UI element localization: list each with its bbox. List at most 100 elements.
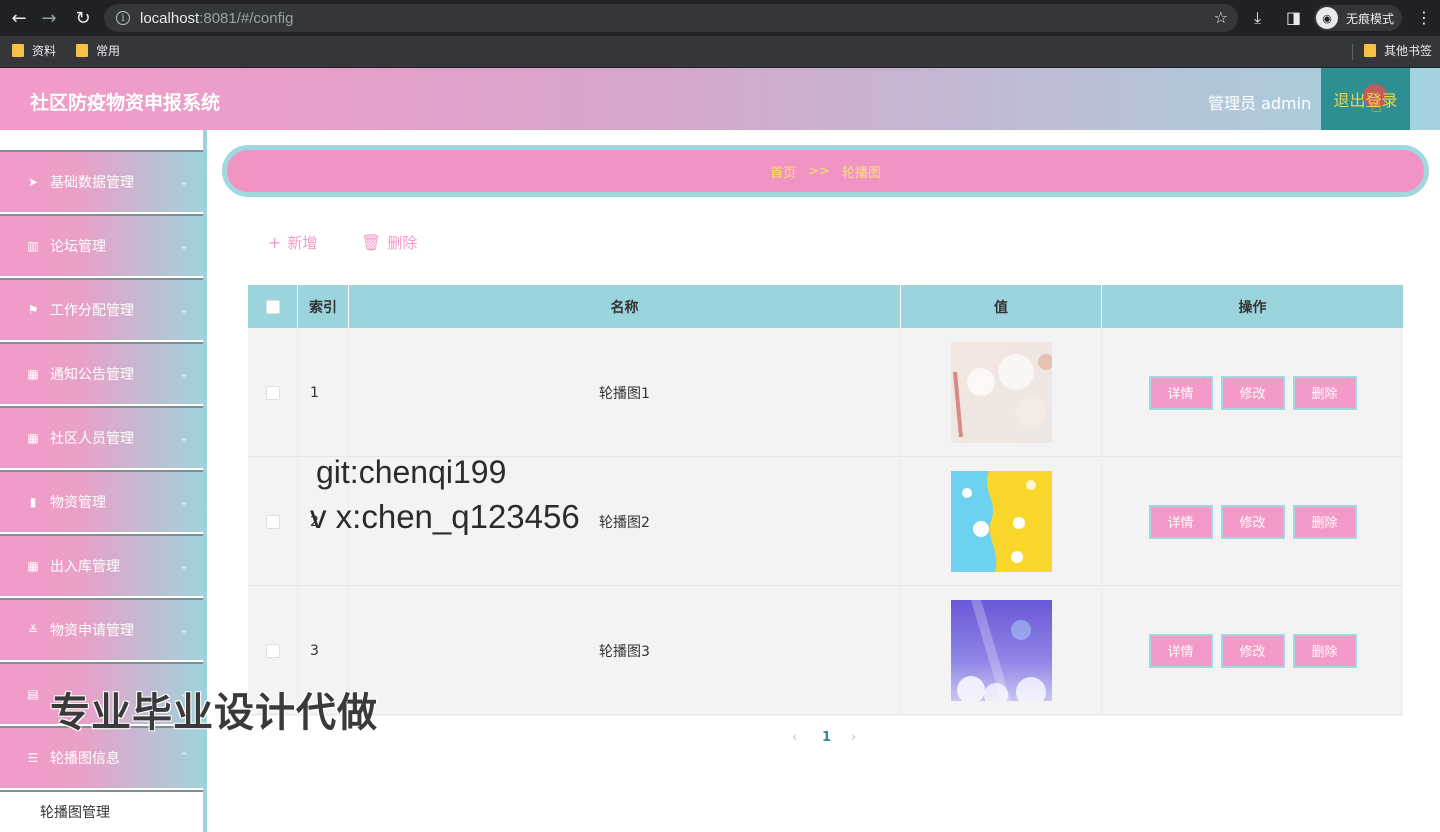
chevron-down-icon: ⌄: [178, 558, 189, 572]
url-text: localhost:8081/#/config: [140, 10, 293, 27]
row-actions: 详情 修改 删除: [1102, 457, 1403, 586]
trash-icon: 🗑︎: [361, 233, 382, 252]
chevron-down-icon: ⌄: [178, 302, 189, 316]
watermark-wechat: v x:chen_q123456: [310, 498, 580, 535]
breadcrumb: 首页 >> 轮播图: [222, 145, 1429, 197]
sidebar-item-label: 基础数据管理: [50, 175, 134, 191]
detail-button[interactable]: 详情: [1148, 633, 1213, 668]
bookmark-label: 资料: [32, 44, 57, 58]
bookmark-folder-0[interactable]: 资料: [12, 42, 56, 59]
edit-button[interactable]: 修改: [1220, 504, 1285, 539]
sidebar-subitem-carousel-manage[interactable]: 轮播图管理: [0, 790, 203, 832]
sidebar-item-label: 通知公告管理: [50, 367, 134, 383]
flag-icon: ⚑: [27, 303, 39, 317]
row-select-cell: [248, 328, 298, 457]
menu-icon[interactable]: ⋮: [1416, 8, 1432, 27]
grid-icon: ▦: [27, 431, 39, 445]
bookmarks-bar: 资料 常用 其他书签: [0, 36, 1440, 68]
reload-icon[interactable]: ↻: [72, 7, 94, 29]
delete-button[interactable]: 删除: [1292, 504, 1357, 539]
sidebar-item-inout[interactable]: ▦ 出入库管理 ⌄: [0, 534, 203, 596]
carousel-image-thumbnail: [950, 471, 1052, 572]
app-header: 社区防疫物资申报系统 管理员 admin 退出登录 ☝: [0, 68, 1440, 130]
url-path: :8081/#/config: [199, 9, 294, 27]
bookmark-star-icon[interactable]: ☆: [1214, 8, 1228, 27]
forward-icon[interactable]: →: [38, 7, 60, 29]
bookmark-folder-1[interactable]: 常用: [76, 42, 120, 59]
logout-label: 退出登录: [1333, 91, 1398, 110]
row-actions: 详情 修改 删除: [1102, 328, 1403, 457]
incognito-icon: ◉: [1316, 7, 1338, 29]
prev-page-button[interactable]: ‹: [792, 730, 797, 745]
breadcrumb-separator: >>: [808, 163, 830, 179]
sidebar-item-label: 工作分配管理: [50, 303, 134, 319]
plus-icon: +: [268, 233, 282, 252]
bookmark-label: 常用: [96, 44, 121, 58]
row-actions: 详情 修改 删除: [1102, 586, 1403, 715]
sidebar-item-supplies[interactable]: ▮ 物资管理 ⌄: [0, 470, 203, 532]
other-bookmarks-label: 其他书签: [1384, 44, 1433, 58]
back-icon[interactable]: ←: [8, 7, 30, 29]
carousel-image-thumbnail: [950, 600, 1052, 701]
edit-button[interactable]: 修改: [1220, 375, 1285, 410]
detail-button[interactable]: 详情: [1148, 375, 1213, 410]
row-checkbox[interactable]: [265, 514, 280, 529]
incognito-badge[interactable]: ◉ 无痕模式: [1314, 5, 1402, 31]
folder-icon: [76, 44, 88, 57]
sidebar-item-label: 物资申请管理: [50, 623, 134, 639]
table-row: 1 轮播图1 详情 修改 删除: [248, 328, 1403, 457]
sidebar-item-residents[interactable]: ▦ 社区人员管理 ⌄: [0, 406, 203, 468]
watermark-git: git:chenqi199: [316, 454, 507, 490]
pointer-hand-icon: ☝: [1371, 96, 1382, 117]
sidebar-item-label: 出入库管理: [50, 559, 120, 575]
logout-button[interactable]: 退出登录 ☝: [1321, 68, 1410, 130]
sidebar-item-label: 物资管理: [50, 495, 106, 511]
download-icon[interactable]: ⤓: [1254, 8, 1261, 28]
chevron-down-icon: ⌄: [178, 238, 189, 252]
send-icon: ➤: [27, 175, 39, 189]
row-checkbox[interactable]: [265, 385, 280, 400]
sidebar-item-notice[interactable]: ▦ 通知公告管理 ⌄: [0, 342, 203, 404]
chevron-down-icon: ⌄: [178, 430, 189, 444]
url-host: localhost: [140, 9, 200, 27]
grid-icon: ▦: [27, 367, 39, 381]
page-number-current[interactable]: 1: [822, 730, 831, 745]
app-title: 社区防疫物资申报系统: [30, 92, 221, 114]
next-page-button[interactable]: ›: [851, 730, 856, 745]
info-icon[interactable]: i: [116, 11, 130, 25]
row-value: [901, 586, 1102, 715]
column-header-name: 名称: [349, 285, 901, 328]
other-bookmarks[interactable]: 其他书签: [1364, 42, 1432, 59]
row-value: [901, 328, 1102, 457]
browser-toolbar: ← → ↻ i localhost:8081/#/config ☆ ⤓ ◨ ◉ …: [0, 0, 1440, 36]
add-button[interactable]: + 新增: [268, 232, 317, 253]
delete-button[interactable]: 删除: [1292, 375, 1357, 410]
chevron-down-icon: ⌄: [178, 174, 189, 188]
column-header-value: 值: [901, 285, 1102, 328]
sidebar-item-requests[interactable]: ≚ 物资申请管理 ⌄: [0, 598, 203, 660]
sidebar-item-work-assign[interactable]: ⚑ 工作分配管理 ⌄: [0, 278, 203, 340]
folder-icon: [1364, 44, 1376, 57]
row-select-cell: [248, 457, 298, 586]
table-row: 3 轮播图3 详情 修改 删除: [248, 586, 1403, 715]
clipboard-icon: ▤: [27, 687, 39, 701]
grid-icon: ▦: [27, 559, 39, 573]
bookmark-separator: [1352, 44, 1353, 60]
sidebar-item-basic-data[interactable]: ➤ 基础数据管理 ⌄: [0, 150, 203, 212]
sidepanel-icon[interactable]: ◨: [1286, 8, 1301, 27]
sidebar-item-forum[interactable]: ▥ 论坛管理 ⌄: [0, 214, 203, 276]
delete-button[interactable]: 删除: [1292, 633, 1357, 668]
bulk-delete-button[interactable]: 🗑︎ 删除: [361, 232, 417, 253]
sliders-icon: ≚: [27, 623, 39, 637]
address-bar[interactable]: i localhost:8081/#/config ☆: [104, 4, 1238, 32]
table-header: 索引 名称 值 操作: [248, 285, 1403, 328]
row-checkbox[interactable]: [265, 643, 280, 658]
select-all-checkbox[interactable]: [265, 299, 280, 314]
breadcrumb-home[interactable]: 首页: [770, 162, 796, 181]
row-index: 1: [298, 328, 349, 457]
row-value: [901, 457, 1102, 586]
row-name: 轮播图1: [349, 328, 901, 457]
row-name: 轮播图3: [349, 586, 901, 715]
edit-button[interactable]: 修改: [1220, 633, 1285, 668]
detail-button[interactable]: 详情: [1148, 504, 1213, 539]
